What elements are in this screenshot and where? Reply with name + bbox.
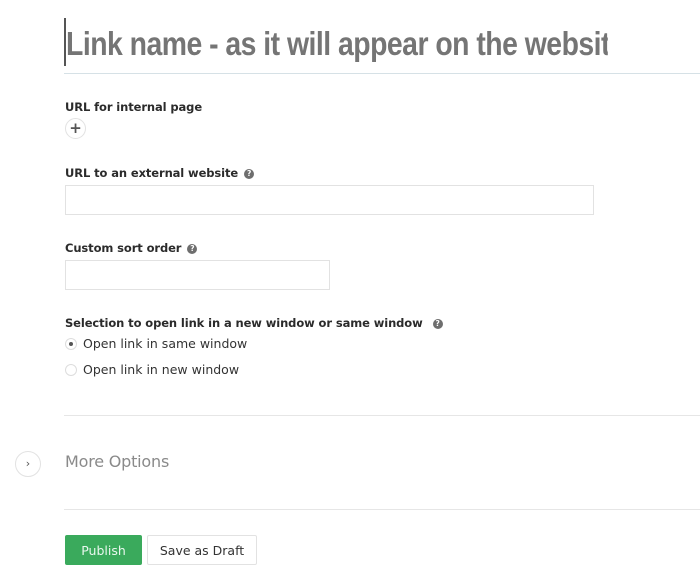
external-url-input[interactable] [65,185,594,215]
publish-button[interactable]: Publish [65,535,142,565]
section-divider [64,509,700,510]
internal-url-label: URL for internal page [65,100,202,114]
link-name-input[interactable] [66,16,608,72]
more-options-heading[interactable]: More Options [65,452,169,471]
external-url-label-text: URL to an external website [65,166,239,180]
radio-new-window[interactable] [65,363,77,376]
internal-url-label-text: URL for internal page [65,100,203,114]
question-circle-icon[interactable]: ? [432,319,443,329]
radio-option-new-window[interactable]: Open link in new window [65,362,239,377]
radio-option-same-window[interactable]: Open link in same window [65,336,247,351]
window-selection-label: Selection to open link in a new window o… [65,316,443,330]
chevron-right-icon: › [25,457,31,470]
sort-order-label-text: Custom sort order [65,241,182,255]
question-circle-icon[interactable]: ? [244,169,255,179]
save-as-draft-button[interactable]: Save as Draft [147,535,257,565]
add-internal-page-button[interactable]: + [65,118,86,139]
radio-same-window[interactable] [65,337,77,350]
sort-order-input[interactable] [65,260,330,290]
window-selection-label-text: Selection to open link in a new window o… [65,316,423,330]
external-url-label: URL to an external website? [65,166,255,180]
radio-same-window-label[interactable]: Open link in same window [83,336,247,351]
radio-new-window-label[interactable]: Open link in new window [83,362,239,377]
question-circle-icon[interactable]: ? [187,244,198,254]
more-options-toggle[interactable]: › [15,451,41,477]
plus-icon: + [69,119,82,137]
sort-order-label: Custom sort order? [65,241,198,255]
section-divider [64,415,700,416]
link-name-field-wrapper [64,16,700,74]
